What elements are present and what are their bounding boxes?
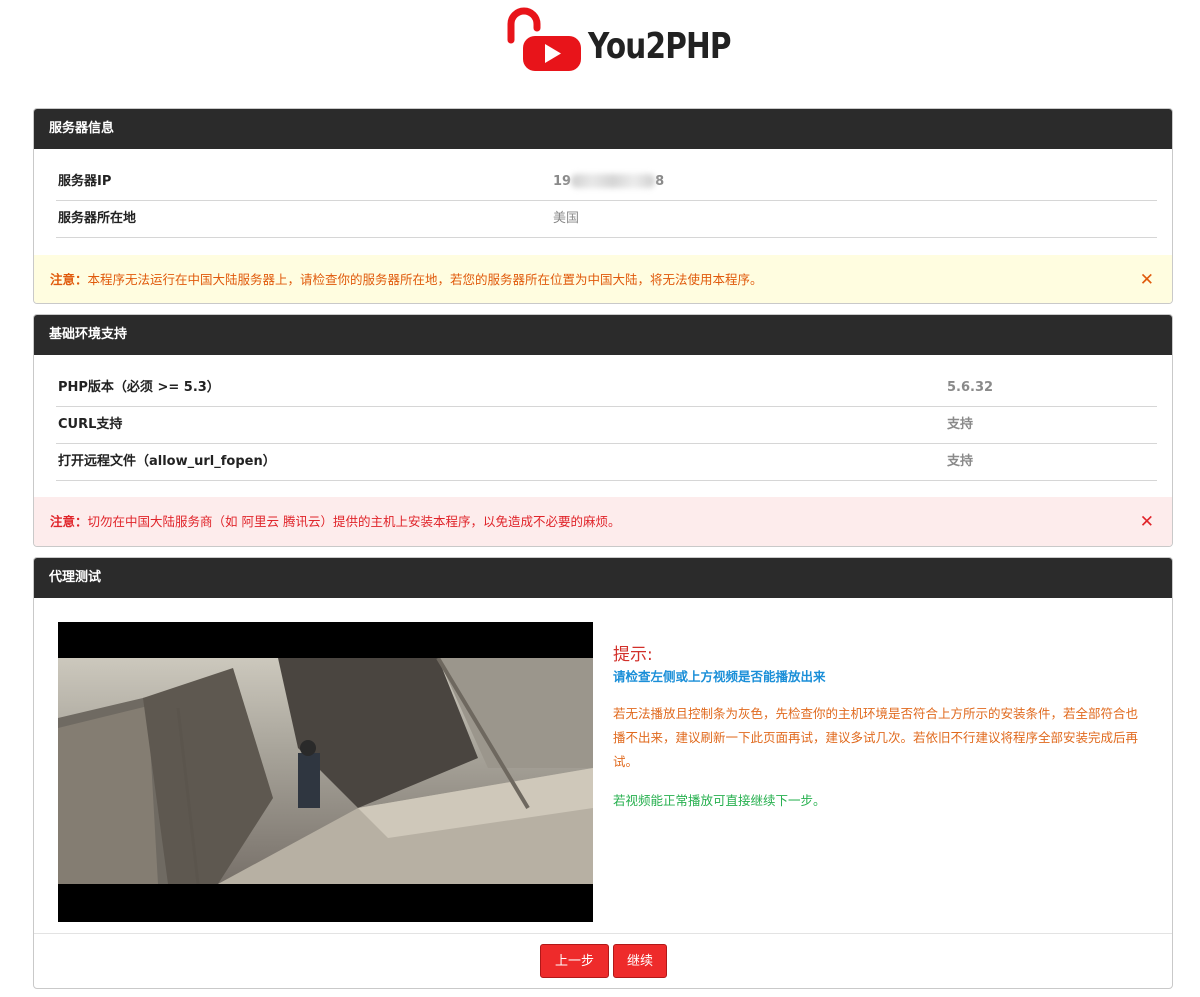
proxy-test-panel: 代理测试 提示: 请检查左侧或上方视频是否能播放出来 若无法播放且控制条为灰色，…: [33, 557, 1173, 989]
tip-title: 提示:: [613, 645, 653, 665]
danger-alert: 注意：切勿在中国大陆服务商（如 阿里云 腾讯云）提供的主机上安装本程序，以免造成…: [34, 497, 1172, 546]
video-still-image: [58, 658, 593, 884]
video-player[interactable]: [58, 622, 593, 922]
row-key: 服务器IP: [58, 174, 112, 189]
tip-body: 若无法播放且控制条为灰色，先检查你的主机环境是否符合上方所示的安装条件，若全部符…: [613, 706, 1139, 769]
row-key: CURL支持: [58, 417, 123, 432]
row-value: 5.6.32: [947, 380, 994, 395]
row-value: 美国: [553, 211, 580, 226]
close-icon[interactable]: ✕: [1140, 497, 1154, 546]
server-ip-value: 19 8: [553, 173, 665, 189]
divider: [34, 933, 1172, 934]
warning-alert: 注意：本程序无法运行在中国大陆服务器上，请检查你的服务器所在地，若您的服务器所在…: [34, 255, 1172, 303]
environment-panel: 基础环境支持 PHP版本（必须 >= 5.3） 5.6.32 CURL支持 支持…: [33, 314, 1173, 547]
table-row: 服务器IP 19 8: [56, 164, 1157, 201]
row-key: 服务器所在地: [58, 211, 137, 226]
alert-text: 切勿在中国大陆服务商（如 阿里云 腾讯云）提供的主机上安装本程序，以免造成不必要…: [87, 514, 621, 529]
row-key: PHP版本（必须 >= 5.3）: [58, 380, 220, 395]
panel-title: 服务器信息: [34, 109, 1172, 149]
row-value: 支持: [947, 417, 974, 432]
close-icon[interactable]: ✕: [1140, 255, 1154, 303]
server-info-panel: 服务器信息 服务器IP 19 8 服务器所在地 美国 注意：本程序无法运行在中国大…: [33, 108, 1173, 304]
tip-subtitle: 请检查左侧或上方视频是否能播放出来: [613, 669, 826, 684]
table-row: 打开远程文件（allow_url_fopen） 支持: [56, 444, 1157, 481]
panel-title: 代理测试: [34, 558, 1172, 598]
redacted-blur: [571, 173, 656, 188]
continue-button[interactable]: 继续: [613, 944, 667, 978]
table-row: PHP版本（必须 >= 5.3） 5.6.32: [56, 370, 1157, 407]
logo-text: You2PHP: [588, 26, 732, 67]
alert-text: 本程序无法运行在中国大陆服务器上，请检查你的服务器所在地，若您的服务器所在位置为…: [87, 272, 763, 287]
alert-label: 注意：: [50, 514, 88, 529]
tip-ok: 若视频能正常播放可直接继续下一步。: [613, 793, 826, 808]
logo: You2PHP: [503, 6, 732, 78]
prev-button[interactable]: 上一步: [540, 944, 609, 978]
panel-title: 基础环境支持: [34, 315, 1172, 355]
table-row: CURL支持 支持: [56, 407, 1157, 444]
row-value: 支持: [947, 454, 974, 469]
unlocked-padlock-play-icon: [507, 7, 581, 71]
row-key: 打开远程文件（allow_url_fopen）: [58, 454, 276, 469]
table-row: 服务器所在地 美国: [56, 201, 1157, 238]
video-frame: [58, 658, 593, 884]
alert-label: 注意：: [50, 272, 88, 287]
